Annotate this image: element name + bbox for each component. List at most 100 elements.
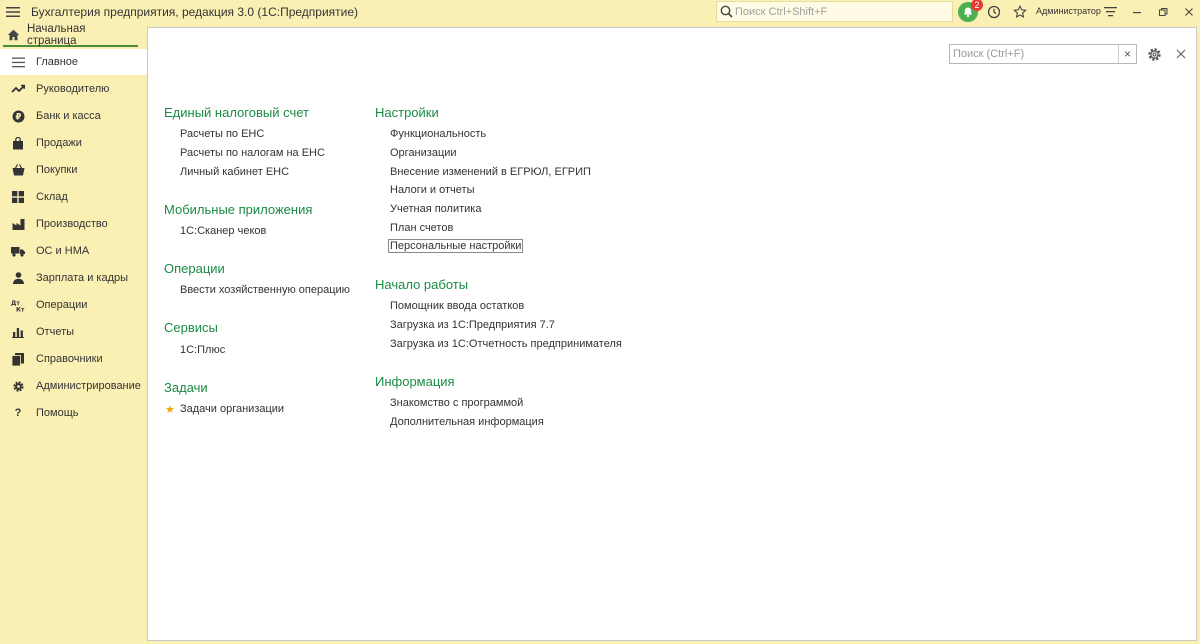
- svg-text:₽: ₽: [15, 112, 21, 122]
- minimize-button[interactable]: [1128, 0, 1146, 23]
- history-icon: [987, 5, 1001, 18]
- sidebar-item-purchases[interactable]: Покупки: [0, 157, 147, 183]
- link-ens-settlements[interactable]: Расчеты по ЕНС: [180, 128, 264, 140]
- notifications-button[interactable]: 2: [957, 0, 983, 23]
- history-button[interactable]: [985, 0, 1003, 23]
- gear-icon: [1147, 47, 1161, 61]
- menu-lines-icon: [9, 53, 27, 71]
- sidebar-item-label: Производство: [36, 218, 108, 230]
- home-page-panel: × Единый налоговый счет Расчеты по ЕНС Р…: [147, 27, 1197, 641]
- section-title-tasks: Задачи: [164, 380, 208, 395]
- tab-home[interactable]: Начальная страница: [3, 23, 138, 47]
- link-egrul-changes[interactable]: Внесение изменений в ЕГРЮЛ, ЕГРИП: [390, 166, 591, 178]
- panel-close-button[interactable]: [1171, 44, 1191, 64]
- svg-text:Кт: Кт: [16, 306, 25, 312]
- sidebar-item-label: Продажи: [36, 137, 82, 149]
- sidebar-item-production[interactable]: Производство: [0, 211, 147, 237]
- clear-search-button[interactable]: ×: [1118, 45, 1136, 63]
- section-title-ens: Единый налоговый счет: [164, 105, 309, 120]
- sidebar-item-fixed-assets[interactable]: ОС и НМА: [0, 238, 147, 264]
- hamburger-icon: [6, 6, 20, 17]
- link-chart-of-accounts[interactable]: План счетов: [390, 222, 453, 234]
- trend-icon: [9, 80, 27, 98]
- sidebar-item-label: Банк и касса: [36, 110, 101, 122]
- link-ens-taxes[interactable]: Расчеты по налогам на ЕНС: [180, 147, 325, 159]
- gear-icon: [9, 377, 27, 395]
- question-icon: ?: [14, 407, 22, 419]
- section-title-settings: Настройки: [375, 105, 439, 120]
- link-ens-cabinet[interactable]: Личный кабинет ЕНС: [180, 166, 289, 178]
- sidebar-item-label: Покупки: [36, 164, 78, 176]
- notification-count-badge: 2: [971, 0, 983, 11]
- sidebar-item-warehouse[interactable]: Склад: [0, 184, 147, 210]
- favorites-button[interactable]: [1011, 0, 1029, 23]
- link-personal-settings[interactable]: Персональные настройки: [387, 239, 524, 253]
- sidebar-item-label: Руководителю: [36, 83, 110, 95]
- sidebar-item-main[interactable]: Главное: [0, 49, 147, 75]
- sidebar-item-catalogs[interactable]: Справочники: [0, 346, 147, 372]
- truck-icon: [9, 242, 27, 260]
- sidebar-item-label: Администрирование: [36, 380, 141, 392]
- basket-icon: [9, 161, 27, 179]
- sidebar-item-sales[interactable]: Продажи: [0, 130, 147, 156]
- link-organizations[interactable]: Организации: [390, 147, 457, 159]
- view-settings-button[interactable]: [1101, 0, 1119, 23]
- link-additional-info[interactable]: Дополнительная информация: [390, 416, 544, 428]
- app-title: Бухгалтерия предприятия, редакция 3.0 (1…: [31, 4, 359, 19]
- sidebar-item-help[interactable]: ? Помощь: [0, 400, 147, 426]
- link-1c-plus[interactable]: 1С:Плюс: [180, 344, 225, 356]
- link-import-entrepreneur[interactable]: Загрузка из 1С:Отчетность предпринимател…: [390, 338, 622, 350]
- minimize-icon: [1133, 11, 1141, 13]
- books-icon: [9, 350, 27, 368]
- star-outline-icon: [1013, 4, 1027, 18]
- section-title-mobile: Мобильные приложения: [164, 202, 313, 217]
- link-receipt-scanner[interactable]: 1С:Сканер чеков: [180, 225, 266, 237]
- panel-settings-button[interactable]: [1144, 44, 1164, 64]
- global-search-box[interactable]: [716, 1, 953, 22]
- factory-icon: [9, 215, 27, 233]
- global-search-input[interactable]: [735, 5, 945, 18]
- link-opening-balances[interactable]: Помощник ввода остатков: [390, 300, 524, 312]
- sidebar-item-label: Операции: [36, 299, 88, 311]
- sidebar-item-label: ОС и НМА: [36, 245, 90, 257]
- sidebar-item-payroll[interactable]: Зарплата и кадры: [0, 265, 147, 291]
- panel-search-input[interactable]: [950, 48, 1118, 60]
- restore-icon: [1159, 7, 1168, 16]
- link-accounting-policy[interactable]: Учетная политика: [390, 203, 481, 215]
- sidebar-item-administration[interactable]: Администрирование: [0, 373, 147, 399]
- link-functionality[interactable]: Функциональность: [390, 128, 486, 140]
- bell-icon: 2: [958, 0, 983, 22]
- sidebar-item-director[interactable]: Руководителю: [0, 76, 147, 102]
- section-title-operations: Операции: [164, 261, 225, 276]
- section-title-start: Начало работы: [375, 277, 469, 292]
- sidebar-item-label: Справочники: [36, 353, 103, 365]
- person-icon: [9, 269, 27, 287]
- dt-kt-icon: Дт Кт: [9, 296, 27, 314]
- house-icon: [5, 29, 23, 41]
- section-title-info: Информация: [375, 374, 455, 389]
- sidebar-item-bank[interactable]: ₽ Банк и касса: [0, 103, 147, 129]
- link-org-tasks[interactable]: Задачи организации: [180, 403, 284, 415]
- filter-lines-icon: [1103, 7, 1117, 17]
- link-intro[interactable]: Знакомство с программой: [390, 397, 523, 409]
- link-taxes-reports[interactable]: Налоги и отчеты: [390, 184, 474, 196]
- user-name[interactable]: Администратор: [1036, 0, 1101, 23]
- sidebar-item-label: Отчеты: [36, 326, 75, 338]
- link-import-77[interactable]: Загрузка из 1С:Предприятия 7.7: [390, 319, 555, 331]
- sidebar-item-label: Главное: [36, 56, 79, 68]
- search-icon: [717, 2, 735, 21]
- main-menu-button[interactable]: [1, 0, 25, 23]
- bar-chart-icon: [9, 323, 27, 341]
- sidebar-item-label: Склад: [36, 191, 68, 203]
- link-enter-operation[interactable]: Ввести хозяйственную операцию: [180, 284, 350, 296]
- close-window-button[interactable]: [1180, 0, 1198, 23]
- sidebar-item-reports[interactable]: Отчеты: [0, 319, 147, 345]
- coin-icon: ₽: [9, 107, 27, 125]
- panel-search-box[interactable]: ×: [949, 44, 1137, 64]
- sidebar-item-label: Зарплата и кадры: [36, 272, 129, 284]
- sections-sidebar: Главное Руководителю ₽ Банк и касса Прод…: [0, 48, 147, 644]
- section-title-services: Сервисы: [164, 320, 218, 335]
- restore-button[interactable]: [1154, 0, 1172, 23]
- sidebar-item-operations[interactable]: Дт Кт Операции: [0, 292, 147, 318]
- close-icon: [1185, 7, 1193, 16]
